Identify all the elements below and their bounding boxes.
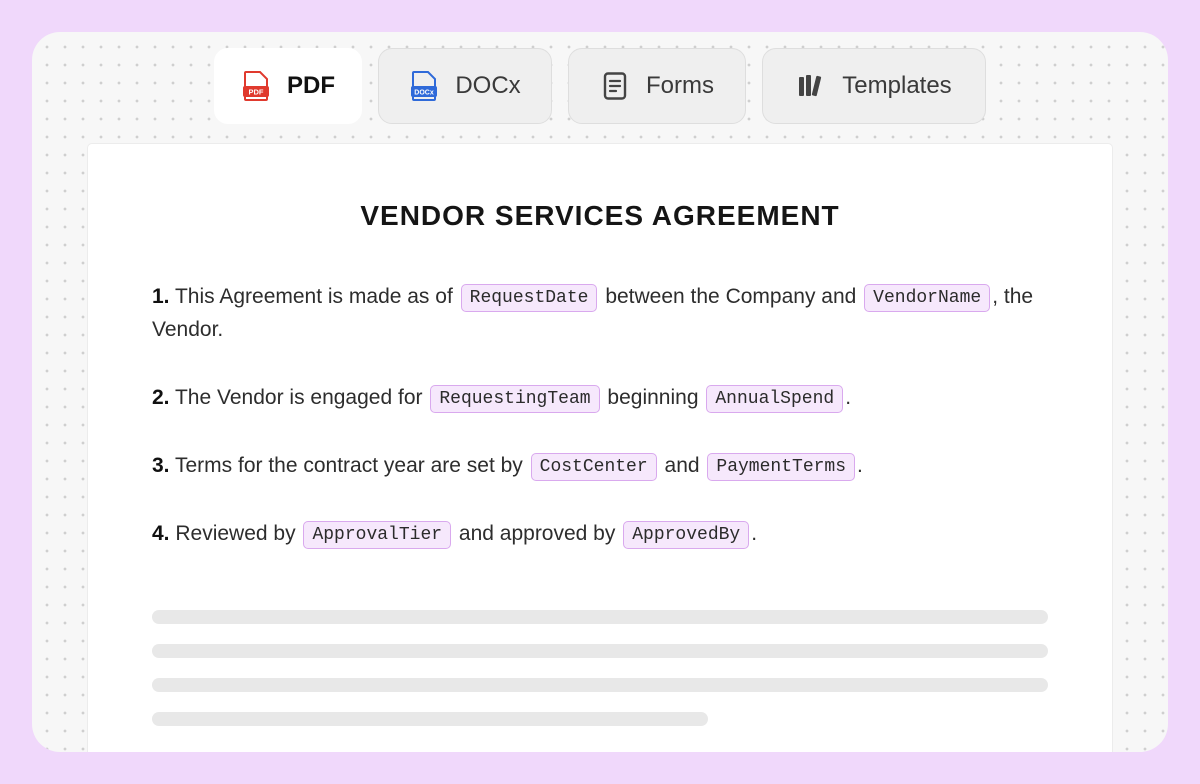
clause-text: Reviewed by [175, 522, 296, 545]
clause-number: 3. [152, 454, 170, 477]
clause-text: The Vendor is engaged for [174, 386, 423, 409]
placeholder-text-lines [152, 610, 1048, 746]
docx-file-icon: DOCx [409, 71, 439, 101]
clause-text: This Agreement is made as of [174, 285, 453, 308]
clause-number: 4. [152, 522, 170, 545]
clause-text: . [751, 522, 758, 545]
clause-text: . [857, 454, 863, 477]
field-token-requesting-team[interactable]: RequestingTeam [430, 385, 600, 413]
clause-text: and [664, 454, 700, 477]
clause-text: . [845, 386, 852, 409]
clause-text: between the Company and [605, 285, 857, 308]
pdf-file-icon: PDF [241, 71, 271, 101]
tab-templates[interactable]: Templates [762, 48, 986, 124]
placeholder-line [152, 712, 708, 726]
form-document-icon [600, 71, 630, 101]
placeholder-line [152, 610, 1048, 624]
placeholder-line [152, 678, 1048, 692]
tab-docx-label: DOCx [455, 72, 521, 99]
tab-pdf[interactable]: PDF PDF [214, 48, 362, 124]
field-token-request-date[interactable]: RequestDate [460, 284, 598, 312]
placeholder-line [152, 644, 1048, 658]
clause-2: 2. The Vendor is engaged for RequestingT… [152, 381, 1052, 414]
field-token-annual-spend[interactable]: AnnualSpend [706, 385, 844, 413]
clause-1: 1. This Agreement is made as of RequestD… [152, 280, 1052, 346]
clause-text: beginning [607, 386, 699, 409]
svg-text:PDF: PDF [249, 88, 264, 97]
clause-list: 1. This Agreement is made as of RequestD… [152, 280, 1052, 585]
app-frame: PDF PDF DOCx DOCx Forms Templates VENDOR… [32, 32, 1168, 752]
field-token-cost-center[interactable]: CostCenter [530, 453, 657, 481]
clause-number: 1. [152, 285, 170, 308]
tab-templates-label: Templates [842, 72, 952, 99]
field-token-payment-terms[interactable]: PaymentTerms [707, 453, 856, 481]
field-token-approval-tier[interactable]: ApprovalTier [303, 521, 452, 549]
tab-pdf-label: PDF [287, 72, 335, 99]
library-books-icon [796, 71, 826, 101]
clause-number: 2. [152, 386, 170, 409]
tab-forms[interactable]: Forms [568, 48, 746, 124]
field-token-vendor-name[interactable]: VendorName [864, 284, 991, 312]
document-page: VENDOR SERVICES AGREEMENT 1. This Agreem… [88, 144, 1112, 752]
field-token-approved-by[interactable]: ApprovedBy [623, 521, 750, 549]
clause-text: Terms for the contract year are set by [174, 454, 523, 477]
svg-text:DOCx: DOCx [415, 90, 435, 97]
format-tabs: PDF PDF DOCx DOCx Forms Templates [32, 48, 1168, 124]
clause-3: 3. Terms for the contract year are set b… [152, 449, 1052, 482]
tab-forms-label: Forms [646, 72, 714, 99]
clause-text: and approved by [458, 522, 616, 545]
document-title: VENDOR SERVICES AGREEMENT [360, 200, 840, 231]
clause-4: 4. Reviewed by ApprovalTier and approved… [152, 517, 1052, 550]
tab-docx[interactable]: DOCx DOCx [378, 48, 552, 124]
